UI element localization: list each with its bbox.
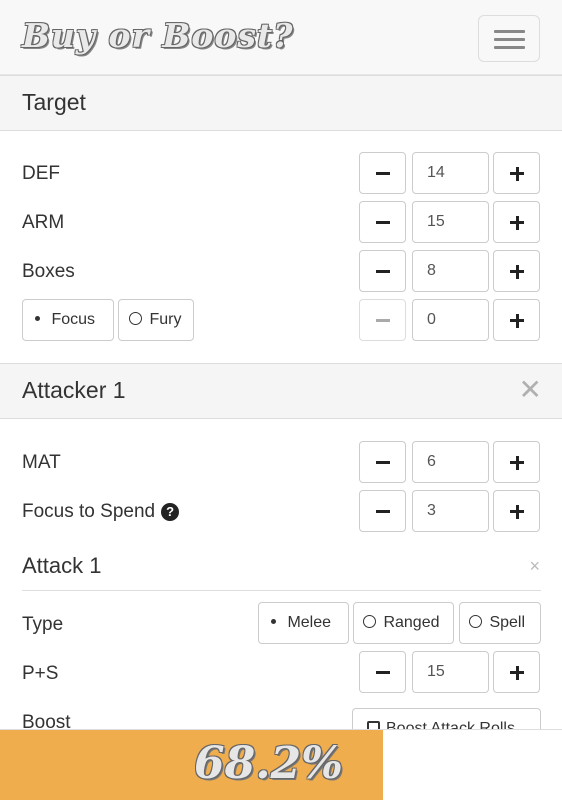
menu-icon-bar [494,46,525,49]
menu-toggle-button[interactable] [478,15,540,62]
target-section-header: Target [0,75,562,131]
radio-icon [363,615,376,628]
focus-radio-label: Focus [51,311,96,328]
focus-radio-button[interactable]: Focus [22,299,114,341]
ps-label: P+S [22,663,59,684]
mat-increment-button[interactable] [493,441,540,483]
boxes-label: Boxes [22,261,75,282]
arm-label: ARM [22,212,65,233]
def-increment-button[interactable] [493,152,540,194]
close-icon[interactable]: × [529,556,540,577]
radio-icon [31,312,44,325]
menu-icon-bar [494,30,525,33]
ps-decrement-button[interactable] [359,651,406,693]
def-label: DEF [22,163,60,184]
boxes-increment-button[interactable] [493,250,540,292]
close-icon[interactable]: ✕ [519,373,542,406]
boxes-decrement-button[interactable] [359,250,406,292]
focus-to-spend-text: Focus to Spend [22,501,156,522]
navbar: Buy or Boost? [0,0,562,75]
result-bar: 68.2% [0,729,562,800]
resource-increment-button[interactable] [493,299,540,341]
radio-icon [129,312,142,325]
ranged-radio-button[interactable]: Ranged [353,602,454,644]
attacker-title: Attacker 1 [22,377,126,403]
focus-to-spend-label: Focus to Spend? [22,501,180,523]
ps-increment-button[interactable] [493,651,540,693]
def-decrement-button[interactable] [359,152,406,194]
mat-label: MAT [22,452,61,473]
type-label: Type [22,614,64,635]
spell-radio-button[interactable]: Spell [459,602,541,644]
melee-radio-button[interactable]: Melee [258,602,349,644]
boxes-input[interactable]: 8 [412,250,489,292]
attack-title: Attack 1 [22,553,102,578]
arm-input[interactable]: 15 [412,201,489,243]
brand-logo[interactable]: Buy or Boost? [22,16,294,55]
resource-input[interactable]: 0 [412,299,489,341]
radio-icon [267,615,280,628]
divider [22,590,541,591]
arm-decrement-button[interactable] [359,201,406,243]
question-circle-icon[interactable]: ? [161,503,180,521]
result-percentage: 68.2% [194,738,343,789]
spell-radio-label: Spell [489,614,526,631]
target-title: Target [22,89,86,115]
mat-decrement-button[interactable] [359,441,406,483]
fury-radio-label: Fury [149,311,182,328]
attacker-section-header: Attacker 1 ✕ [0,363,562,419]
mat-input[interactable]: 6 [412,441,489,483]
fury-radio-button[interactable]: Fury [118,299,194,341]
arm-increment-button[interactable] [493,201,540,243]
menu-icon-bar [494,38,525,41]
focus-spend-increment-button[interactable] [493,490,540,532]
focus-spend-decrement-button[interactable] [359,490,406,532]
ranged-radio-label: Ranged [383,614,440,631]
radio-icon [469,615,482,628]
ps-input[interactable]: 15 [412,651,489,693]
melee-radio-label: Melee [287,614,332,631]
focus-spend-input[interactable]: 3 [412,490,489,532]
def-input[interactable]: 14 [412,152,489,194]
resource-decrement-button[interactable] [359,299,406,341]
